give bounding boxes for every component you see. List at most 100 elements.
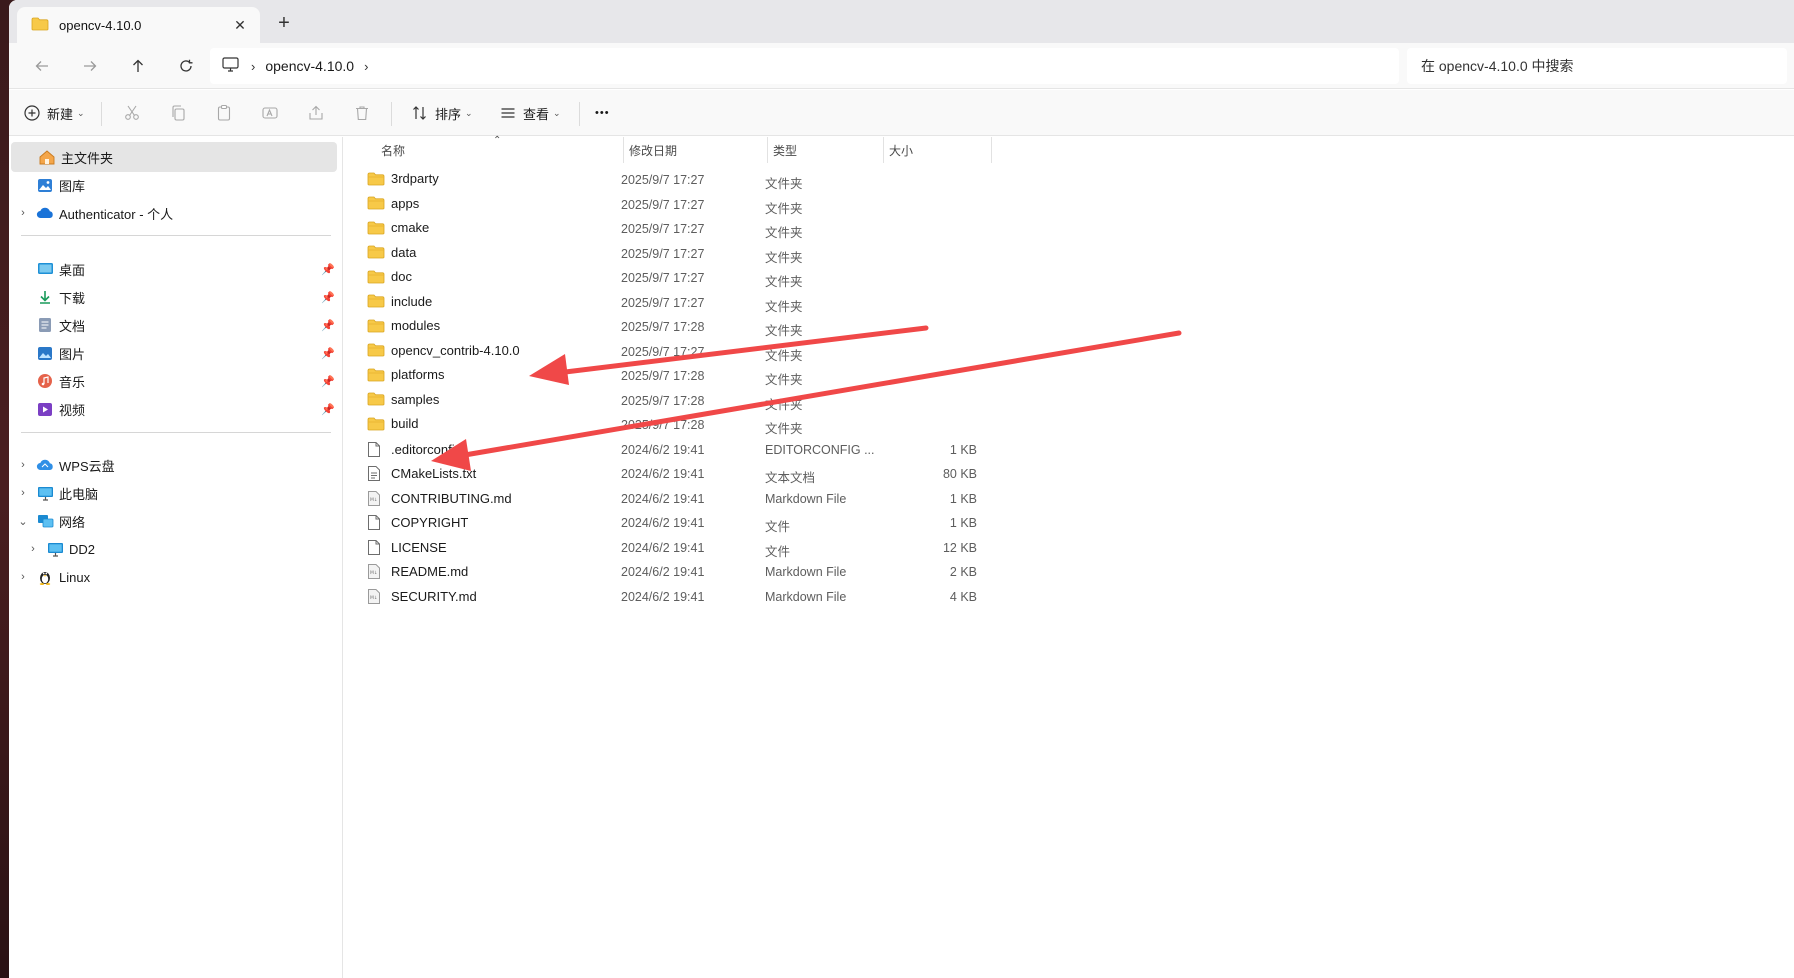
file-name[interactable]: samples — [367, 392, 439, 407]
refresh-button[interactable] — [171, 53, 201, 79]
pin-icon[interactable]: 📌 — [321, 291, 335, 304]
file-row-copyright[interactable]: COPYRIGHT 2024/6/2 19:41 文件 1 KB — [367, 510, 977, 536]
file-name[interactable]: apps — [367, 196, 419, 211]
close-tab-button[interactable]: ✕ — [230, 17, 250, 34]
column-header-date[interactable]: 修改日期 — [629, 137, 677, 163]
up-button[interactable] — [123, 53, 153, 79]
sidebar-item-music[interactable]: 音乐 📌 — [9, 366, 339, 396]
forward-button[interactable] — [75, 53, 105, 79]
file-row-modules[interactable]: modules 2025/9/7 17:28 文件夹 — [367, 314, 967, 340]
pin-icon[interactable]: 📌 — [321, 375, 335, 388]
column-header-name[interactable]: 名称 — [381, 137, 405, 163]
tab-opencv[interactable]: opencv-4.10.0 ✕ — [17, 7, 260, 43]
sidebar-item-pictures[interactable]: 图片 📌 — [9, 338, 339, 368]
sidebar-item-network[interactable]: ⌄ 网络 — [9, 506, 339, 536]
file-date: 2024/6/2 19:41 — [621, 467, 705, 481]
cut-button[interactable] — [123, 101, 141, 125]
file-row-apps[interactable]: apps 2025/9/7 17:27 文件夹 — [367, 192, 967, 218]
divider — [579, 102, 580, 126]
rename-button[interactable] — [261, 101, 279, 125]
file-name[interactable]: data — [367, 245, 416, 260]
file-name[interactable]: M↓ SECURITY.md — [367, 588, 477, 605]
sidebar-item-this-pc[interactable]: › 此电脑 — [9, 478, 339, 508]
search-input[interactable]: 在 opencv-4.10.0 中搜索 — [1407, 48, 1787, 84]
file-row-license[interactable]: LICENSE 2024/6/2 19:41 文件 12 KB — [367, 535, 977, 561]
file-row-editorconfig[interactable]: .editorconfig 2024/6/2 19:41 EDITORCONFIG … — [367, 437, 977, 463]
command-bar: 新建 ⌄ 排序 ⌄ 查看 ⌄ ••• — [9, 90, 1794, 136]
view-button[interactable]: 查看 ⌄ — [499, 101, 561, 125]
paste-button[interactable] — [215, 101, 233, 125]
breadcrumb-opencv[interactable]: opencv-4.10.0 — [265, 58, 354, 74]
file-name[interactable]: modules — [367, 318, 440, 333]
column-divider[interactable] — [883, 137, 884, 163]
file-name[interactable]: doc — [367, 269, 412, 284]
file-row-cmake[interactable]: cmake 2025/9/7 17:27 文件夹 — [367, 216, 967, 242]
file-row-security-md[interactable]: M↓ SECURITY.md 2024/6/2 19:41 Markdown File… — [367, 584, 977, 610]
file-row-readme-md[interactable]: M↓ README.md 2024/6/2 19:41 Markdown File 2 … — [367, 559, 977, 585]
chevron-right-icon[interactable]: › — [25, 543, 41, 555]
more-options-button[interactable]: ••• — [595, 101, 610, 125]
file-row-build[interactable]: build 2025/9/7 17:28 文件夹 — [367, 412, 967, 438]
file-name[interactable]: build — [367, 416, 418, 431]
file-row-platforms[interactable]: platforms 2025/9/7 17:28 文件夹 — [367, 363, 967, 389]
file-date: 2024/6/2 19:41 — [621, 565, 705, 579]
sidebar-item-wps-cloud[interactable]: › WPS云盘 — [9, 450, 339, 480]
file-row-cmakelists-txt[interactable]: CMakeLists.txt 2024/6/2 19:41 文本文档 80 KB — [367, 461, 977, 487]
new-button[interactable]: 新建 ⌄ — [23, 101, 85, 125]
copy-button[interactable] — [169, 101, 187, 125]
chevron-right-icon[interactable]: › — [15, 487, 31, 499]
sort-button[interactable]: 排序 ⌄ — [411, 101, 473, 125]
column-divider[interactable] — [991, 137, 992, 163]
sidebar-item-label: 桌面 — [59, 262, 86, 278]
sidebar-item-linux[interactable]: › Linux — [9, 562, 339, 592]
column-header-size[interactable]: 大小 — [889, 137, 913, 163]
chevron-right-icon[interactable]: › — [15, 207, 31, 219]
pin-icon[interactable]: 📌 — [321, 263, 335, 276]
file-name[interactable]: LICENSE — [367, 539, 447, 556]
file-row-contributing-md[interactable]: M↓ CONTRIBUTING.md 2024/6/2 19:41 Markdown … — [367, 486, 977, 512]
file-name-label: cmake — [391, 220, 430, 235]
chevron-right-icon[interactable]: › — [15, 459, 31, 471]
sidebar-item-desktop[interactable]: 桌面 📌 — [9, 254, 339, 284]
chevron-down-icon[interactable]: ⌄ — [15, 515, 31, 528]
sidebar-item-home[interactable]: 主文件夹 — [11, 142, 337, 172]
file-name[interactable]: M↓ README.md — [367, 563, 468, 580]
file-row-doc[interactable]: doc 2025/9/7 17:27 文件夹 — [367, 265, 967, 291]
file-name[interactable]: opencv_contrib-4.10.0 — [367, 343, 520, 358]
file-name-label: modules — [391, 318, 441, 333]
file-row-opencv-contrib-4-10-0[interactable]: opencv_contrib-4.10.0 2025/9/7 17:27 文件夹 — [367, 339, 967, 365]
chevron-right-icon[interactable]: › — [251, 59, 255, 74]
back-button[interactable] — [27, 53, 57, 79]
sidebar-item-gallery[interactable]: 图库 — [9, 170, 339, 200]
file-row-data[interactable]: data 2025/9/7 17:27 文件夹 — [367, 241, 967, 267]
column-divider[interactable] — [767, 137, 768, 163]
sidebar-item-dd2[interactable]: › DD2 — [9, 534, 339, 564]
file-row-samples[interactable]: samples 2025/9/7 17:28 文件夹 — [367, 388, 967, 414]
file-name[interactable]: COPYRIGHT — [367, 514, 468, 531]
column-divider[interactable] — [623, 137, 624, 163]
file-name[interactable]: include — [367, 294, 432, 309]
pin-icon[interactable]: 📌 — [321, 347, 335, 360]
file-name[interactable]: 3rdparty — [367, 171, 439, 186]
sidebar-item-downloads[interactable]: 下载 📌 — [9, 282, 339, 312]
address-bar[interactable]: › opencv-4.10.0 › — [210, 48, 1399, 84]
chevron-right-icon[interactable]: › — [364, 59, 368, 74]
file-name[interactable]: platforms — [367, 367, 444, 382]
pin-icon[interactable]: 📌 — [321, 319, 335, 332]
file-name[interactable]: .editorconfig — [367, 441, 462, 458]
file-name[interactable]: M↓ CONTRIBUTING.md — [367, 490, 512, 507]
share-button[interactable] — [307, 101, 325, 125]
sidebar-item-onedrive[interactable]: › Authenticator - 个人 — [9, 198, 339, 228]
column-header-type[interactable]: 类型 — [773, 137, 797, 163]
new-tab-button[interactable]: + — [271, 12, 297, 35]
delete-button[interactable] — [353, 101, 371, 125]
chevron-right-icon[interactable]: › — [15, 571, 31, 583]
file-name[interactable]: CMakeLists.txt — [367, 465, 476, 482]
sidebar-item-documents[interactable]: 文档 📌 — [9, 310, 339, 340]
file-name[interactable]: cmake — [367, 220, 429, 235]
file-row-3rdparty[interactable]: 3rdparty 2025/9/7 17:27 文件夹 — [367, 167, 967, 193]
pin-icon[interactable]: 📌 — [321, 403, 335, 416]
file-row-include[interactable]: include 2025/9/7 17:27 文件夹 — [367, 290, 967, 316]
file-icon — [367, 441, 385, 458]
sidebar-item-videos[interactable]: 视频 📌 — [9, 394, 339, 424]
